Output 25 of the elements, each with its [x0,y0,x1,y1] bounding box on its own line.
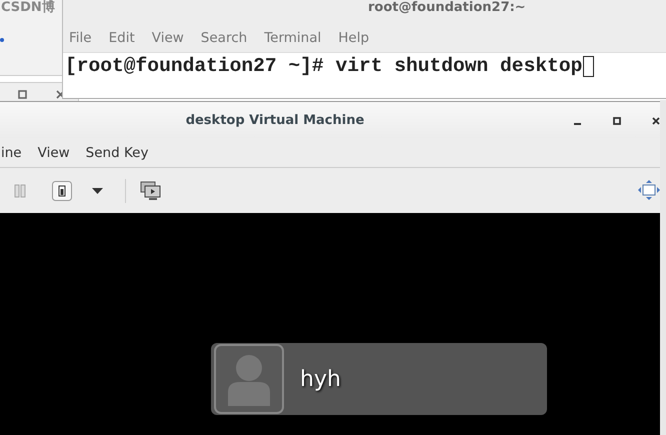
menu-item[interactable]: ine [1,144,22,160]
command-line: [root@foundation27 ~]# virt shutdown desktop [65,55,582,77]
menu-item[interactable]: Send Key [86,144,148,160]
close-icon[interactable] [652,117,660,125]
menu-item[interactable]: File [69,30,92,46]
caret-icon[interactable] [92,188,103,194]
menu-item[interactable]: Terminal [264,30,322,46]
user-name: hyh [300,366,341,392]
window-title: root@foundation27:~ [63,0,666,24]
window-title: CSDN博 [1,0,55,15]
window-title: desktop Virtual Machine [186,112,364,128]
close-icon[interactable] [56,90,65,99]
menu-item[interactable]: Help [338,30,370,46]
avatar-icon [214,344,284,414]
screens-icon[interactable] [140,180,162,200]
user-card[interactable]: hyh [211,343,547,415]
link-icon [0,38,4,42]
fullscreen-icon[interactable] [638,180,660,200]
maximize-icon[interactable] [613,117,621,125]
menu-item[interactable]: View [38,144,70,160]
menu-item[interactable]: Search [200,30,248,46]
power-button[interactable] [52,180,72,200]
maximize-icon[interactable] [18,90,27,99]
menu-item[interactable]: View [152,30,184,46]
menu-item[interactable]: Edit [108,30,135,46]
